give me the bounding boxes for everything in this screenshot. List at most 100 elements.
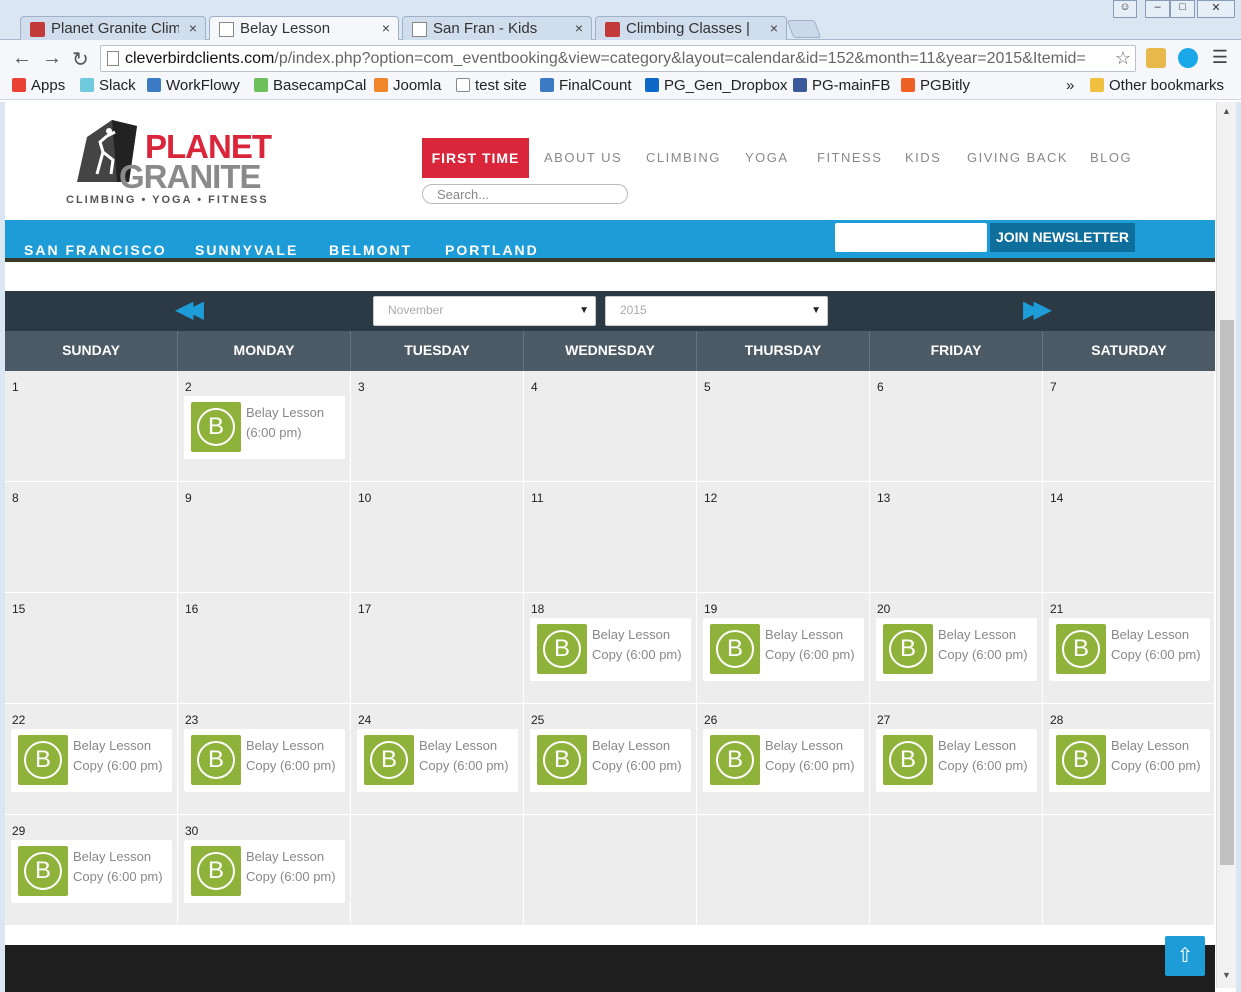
calendar-day-cell[interactable]: 14 — [1043, 482, 1215, 593]
bookmark-item[interactable]: Slack — [80, 77, 136, 94]
bookmark-item[interactable]: FinalCount — [540, 77, 632, 94]
browser-tab[interactable]: San Fran - Kids × — [402, 16, 592, 40]
nav-yoga[interactable]: YOGA — [745, 150, 789, 165]
extension-icon[interactable] — [1146, 48, 1166, 68]
event-card[interactable]: B Belay Lesson Copy (6:00 pm) — [184, 729, 345, 792]
year-select[interactable]: 2015 ▼ — [605, 296, 828, 326]
calendar-day-cell[interactable]: 12 — [697, 482, 870, 593]
site-search-input[interactable]: Search... — [422, 184, 628, 204]
event-card[interactable]: B Belay Lesson Copy (6:00 pm) — [11, 729, 172, 792]
scrollbar-thumb[interactable] — [1220, 320, 1234, 865]
bookmark-item[interactable]: BasecampCal — [254, 77, 366, 94]
location-san-francisco[interactable]: SAN FRANCISCO — [24, 242, 167, 258]
event-title[interactable]: Belay Lesson Copy (6:00 pm) — [419, 736, 515, 776]
forward-arrow-icon[interactable]: → — [42, 47, 62, 70]
event-title[interactable]: Belay Lesson Copy (6:00 pm) — [765, 625, 861, 665]
bookmark-item[interactable]: PG-mainFB — [793, 77, 890, 94]
browser-tab[interactable]: Planet Granite Climb × — [20, 16, 206, 40]
tab-close-icon[interactable]: × — [770, 20, 778, 36]
calendar-day-cell[interactable]: 26 B Belay Lesson Copy (6:00 pm) — [697, 704, 870, 815]
reload-icon[interactable]: ↻ — [72, 47, 89, 72]
nav-blog[interactable]: BLOG — [1090, 150, 1132, 165]
user-profile-icon[interactable]: ☺ — [1113, 0, 1137, 18]
event-title[interactable]: Belay Lesson Copy (6:00 pm) — [592, 625, 688, 665]
address-bar[interactable]: cleverbirdclients.com/p/index.php?option… — [100, 45, 1136, 72]
calendar-day-cell[interactable]: 24 B Belay Lesson Copy (6:00 pm) — [351, 704, 524, 815]
calendar-day-cell[interactable]: 21 B Belay Lesson Copy (6:00 pm) — [1043, 593, 1215, 704]
bookmark-item[interactable]: PG_Gen_Dropbox — [645, 77, 787, 94]
nav-kids[interactable]: KIDS — [905, 150, 941, 165]
nav-giving-back[interactable]: GIVING BACK — [967, 150, 1068, 165]
join-newsletter-button[interactable]: JOIN NEWSLETTER — [990, 223, 1135, 252]
maximize-button[interactable]: □ — [1170, 0, 1195, 18]
calendar-day-cell[interactable]: 18 B Belay Lesson Copy (6:00 pm) — [524, 593, 697, 704]
event-card[interactable]: B Belay Lesson Copy (6:00 pm) — [703, 729, 864, 792]
nav-climbing[interactable]: CLIMBING — [646, 150, 721, 165]
menu-icon[interactable]: ☰ — [1210, 48, 1230, 68]
event-title[interactable]: Belay Lesson Copy (6:00 pm) — [592, 736, 688, 776]
calendar-day-cell[interactable]: 11 — [524, 482, 697, 593]
event-title[interactable]: Belay Lesson (6:00 pm) — [246, 403, 342, 443]
nav-about-us[interactable]: ABOUT US — [544, 150, 622, 165]
scroll-up-icon[interactable]: ▲ — [1222, 106, 1231, 116]
calendar-day-cell[interactable]: 15 — [5, 593, 178, 704]
calendar-day-cell[interactable]: 10 — [351, 482, 524, 593]
event-title[interactable]: Belay Lesson Copy (6:00 pm) — [938, 736, 1034, 776]
calendar-day-cell[interactable]: 30 B Belay Lesson Copy (6:00 pm) — [178, 815, 351, 926]
calendar-day-cell[interactable]: 1 — [5, 371, 178, 482]
bookmark-item[interactable]: test site — [456, 77, 527, 94]
minimize-button[interactable]: – — [1145, 0, 1170, 18]
calendar-day-cell[interactable]: 13 — [870, 482, 1043, 593]
newsletter-email-input[interactable] — [835, 223, 987, 252]
calendar-day-cell[interactable]: 16 — [178, 593, 351, 704]
location-sunnyvale[interactable]: SUNNYVALE — [195, 242, 298, 258]
calendar-day-cell[interactable]: 25 B Belay Lesson Copy (6:00 pm) — [524, 704, 697, 815]
calendar-day-cell[interactable]: 5 — [697, 371, 870, 482]
bookmark-item[interactable]: Joomla — [374, 77, 441, 94]
calendar-day-cell[interactable]: 2 B Belay Lesson (6:00 pm) — [178, 371, 351, 482]
calendar-day-cell[interactable]: 17 — [351, 593, 524, 704]
event-title[interactable]: Belay Lesson Copy (6:00 pm) — [1111, 625, 1207, 665]
calendar-day-cell[interactable]: 23 B Belay Lesson Copy (6:00 pm) — [178, 704, 351, 815]
calendar-day-cell[interactable]: 28 B Belay Lesson Copy (6:00 pm) — [1043, 704, 1215, 815]
bookmark-star-icon[interactable]: ☆ — [1115, 48, 1131, 69]
next-month-icon[interactable]: ▶▶ — [1023, 295, 1052, 324]
calendar-day-cell[interactable]: 4 — [524, 371, 697, 482]
event-card[interactable]: B Belay Lesson Copy (6:00 pm) — [876, 729, 1037, 792]
browser-tab-active[interactable]: Belay Lesson × — [209, 16, 399, 41]
event-card[interactable]: B Belay Lesson (6:00 pm) — [184, 396, 345, 459]
browser-tab[interactable]: Climbing Classes | Pl × — [595, 16, 787, 40]
back-arrow-icon[interactable]: ← — [12, 47, 32, 70]
event-card[interactable]: B Belay Lesson Copy (6:00 pm) — [184, 840, 345, 903]
event-card[interactable]: B Belay Lesson Copy (6:00 pm) — [530, 729, 691, 792]
event-title[interactable]: Belay Lesson Copy (6:00 pm) — [765, 736, 861, 776]
bookmark-item[interactable]: WorkFlowy — [147, 77, 240, 94]
new-tab-button[interactable] — [786, 20, 822, 38]
other-bookmarks-folder[interactable]: Other bookmarks — [1090, 77, 1224, 94]
calendar-day-cell[interactable]: 3 — [351, 371, 524, 482]
event-card[interactable]: B Belay Lesson Copy (6:00 pm) — [11, 840, 172, 903]
event-title[interactable]: Belay Lesson Copy (6:00 pm) — [246, 847, 342, 887]
previous-month-icon[interactable]: ◀◀ — [175, 295, 204, 324]
location-portland[interactable]: PORTLAND — [445, 242, 539, 258]
scroll-down-icon[interactable]: ▼ — [1222, 970, 1231, 980]
event-card[interactable]: B Belay Lesson Copy (6:00 pm) — [1049, 618, 1210, 681]
page-scrollbar[interactable]: ▲ ▼ — [1216, 102, 1236, 988]
nav-fitness[interactable]: FITNESS — [817, 150, 882, 165]
event-card[interactable]: B Belay Lesson Copy (6:00 pm) — [1049, 729, 1210, 792]
tab-close-icon[interactable]: × — [575, 20, 583, 36]
calendar-day-cell[interactable]: 20 B Belay Lesson Copy (6:00 pm) — [870, 593, 1043, 704]
calendar-day-cell[interactable]: 7 — [1043, 371, 1215, 482]
event-card[interactable]: B Belay Lesson Copy (6:00 pm) — [530, 618, 691, 681]
bookmark-item[interactable]: PGBitly — [901, 77, 970, 94]
window-close-button[interactable]: ✕ — [1197, 0, 1235, 18]
calendar-day-cell[interactable]: 19 B Belay Lesson Copy (6:00 pm) — [697, 593, 870, 704]
calendar-day-cell[interactable]: 9 — [178, 482, 351, 593]
event-title[interactable]: Belay Lesson Copy (6:00 pm) — [1111, 736, 1207, 776]
tab-close-icon[interactable]: × — [382, 20, 390, 36]
calendar-day-cell[interactable]: 6 — [870, 371, 1043, 482]
calendar-day-cell[interactable]: 8 — [5, 482, 178, 593]
calendar-day-cell[interactable]: 27 B Belay Lesson Copy (6:00 pm) — [870, 704, 1043, 815]
skype-icon[interactable] — [1178, 48, 1198, 68]
event-title[interactable]: Belay Lesson Copy (6:00 pm) — [73, 847, 169, 887]
